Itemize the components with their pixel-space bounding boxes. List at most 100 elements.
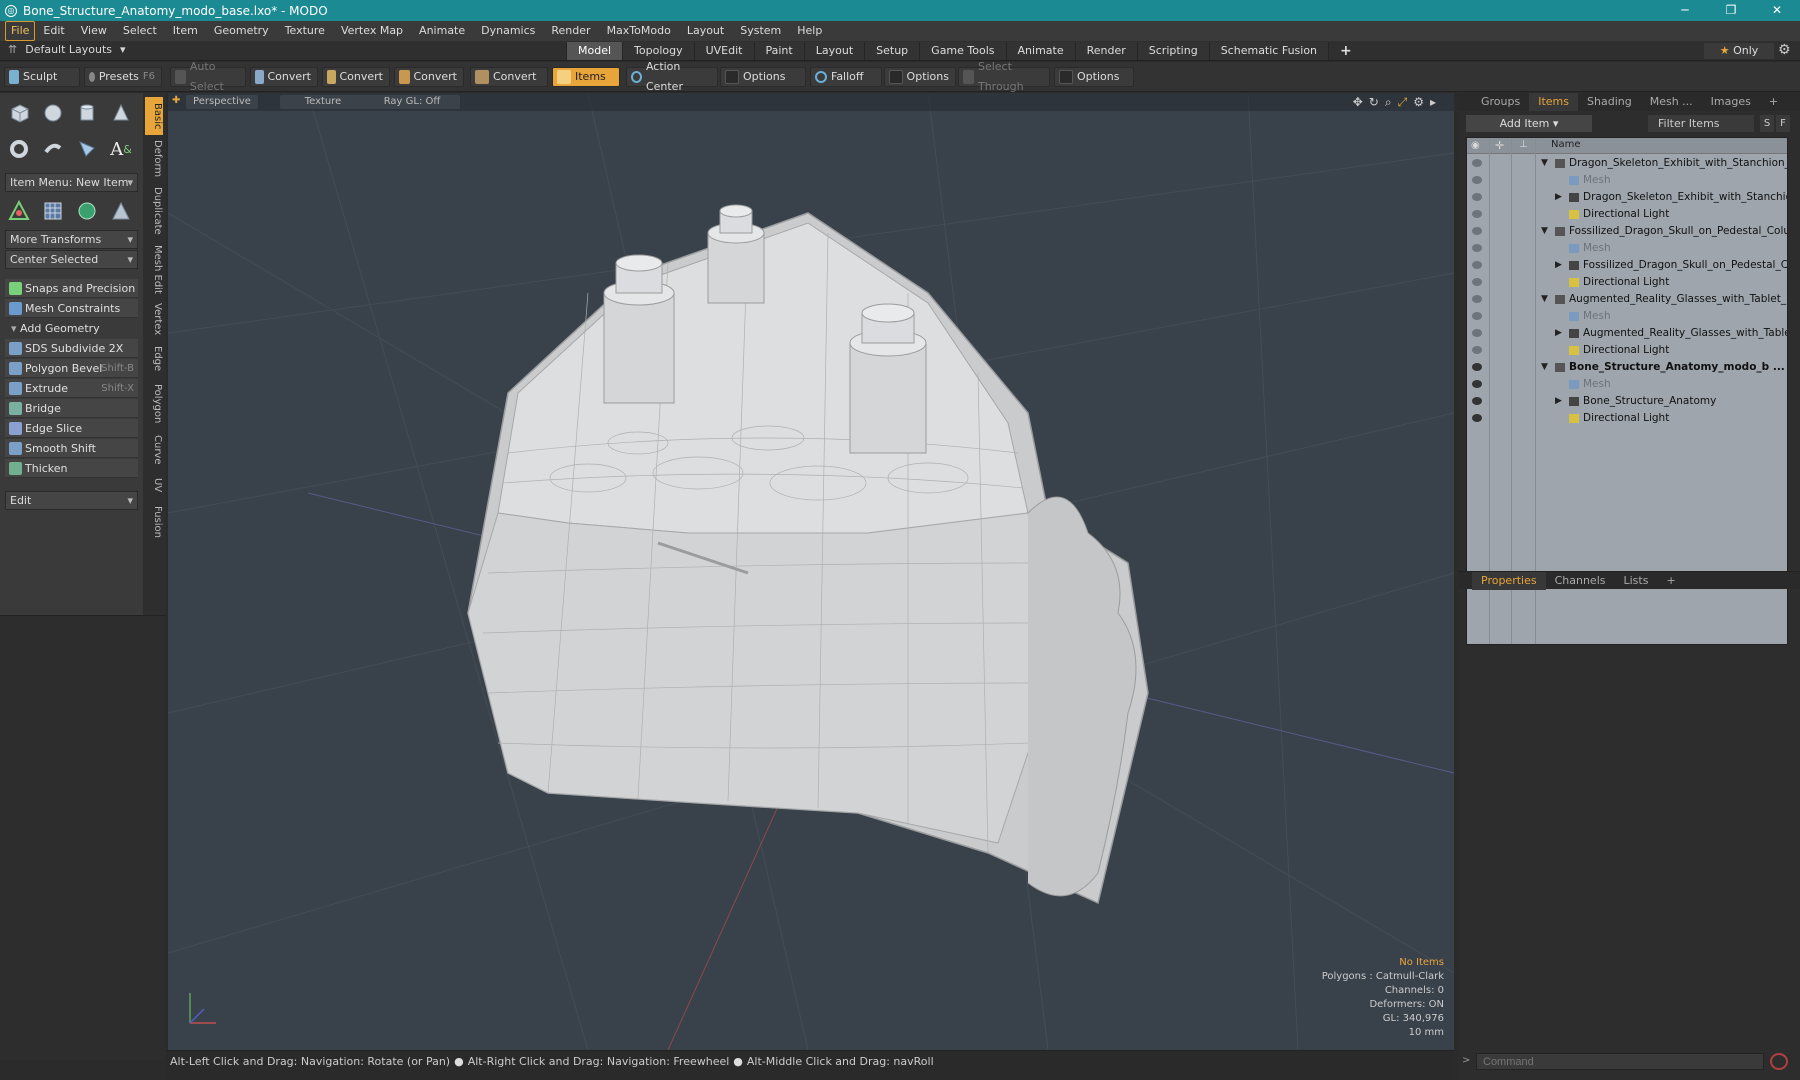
zoom-view-icon[interactable]: ⌕ bbox=[1385, 95, 1392, 110]
vtab-deform[interactable]: Deform bbox=[145, 137, 163, 181]
list-item[interactable]: Directional Light bbox=[1467, 410, 1787, 427]
list-item[interactable]: Mesh bbox=[1467, 308, 1787, 325]
add-item-dropdown[interactable]: Add Item ▾ bbox=[1466, 115, 1592, 132]
menu-dynamics[interactable]: Dynamics bbox=[473, 22, 543, 40]
transform-gizmo-icon[interactable] bbox=[5, 197, 33, 225]
eye-icon[interactable] bbox=[1472, 346, 1482, 354]
command-input[interactable] bbox=[1476, 1053, 1764, 1070]
falloff-options-button[interactable]: Options bbox=[884, 67, 956, 87]
eye-icon[interactable] bbox=[1472, 227, 1482, 235]
sphere-icon[interactable] bbox=[39, 99, 67, 127]
raygl-button[interactable]: Ray GL: Off bbox=[364, 95, 460, 109]
viewport-collapse-icon[interactable]: ✚ bbox=[172, 95, 180, 106]
eye-icon[interactable] bbox=[1472, 193, 1482, 201]
default-layouts-dropdown[interactable]: ⇈ Default Layouts ▾ bbox=[8, 43, 126, 56]
name-column-header[interactable]: Name bbox=[1551, 139, 1581, 150]
items-mode-button[interactable]: Items bbox=[552, 67, 620, 87]
viewport-menu-icon[interactable]: ▸ bbox=[1430, 95, 1436, 110]
tool-polygon-bevel[interactable]: Polygon Bevel Shift-B bbox=[5, 359, 138, 378]
list-item[interactable]: Directional Light bbox=[1467, 274, 1787, 291]
eye-icon[interactable] bbox=[1472, 329, 1482, 337]
tab-shading[interactable]: Shading bbox=[1578, 93, 1641, 111]
select-through-button[interactable]: Select Through bbox=[958, 60, 1050, 93]
menu-layout[interactable]: Layout bbox=[679, 22, 732, 40]
tab-paint[interactable]: Paint bbox=[753, 42, 804, 60]
menu-file[interactable]: File bbox=[5, 21, 36, 41]
rotate-view-icon[interactable]: ↻ bbox=[1369, 95, 1379, 110]
tool-extrude[interactable]: Extrude Shift-X bbox=[5, 379, 138, 398]
grid-icon[interactable] bbox=[39, 197, 67, 225]
mesh-constraints-button[interactable]: Mesh Constraints bbox=[5, 299, 138, 318]
list-item[interactable]: Mesh bbox=[1467, 240, 1787, 257]
snaps-precision-button[interactable]: Snaps and Precision bbox=[5, 279, 138, 298]
vtab-vertex[interactable]: Vertex bbox=[145, 299, 163, 339]
tool-thicken[interactable]: Thicken bbox=[5, 459, 138, 478]
vtab-mesh-edit[interactable]: Mesh Edit bbox=[145, 241, 163, 297]
pyramid-icon[interactable] bbox=[107, 197, 135, 225]
globe-icon[interactable] bbox=[73, 197, 101, 225]
convert-item-button[interactable]: Convert bbox=[470, 67, 548, 87]
cube-icon[interactable] bbox=[5, 99, 33, 127]
vtab-edge[interactable]: Edge bbox=[145, 341, 163, 377]
collapse-triangle-icon[interactable]: ▶ bbox=[1555, 257, 1562, 274]
collapse-triangle-icon[interactable]: ▶ bbox=[1555, 393, 1562, 410]
convert-polygon-button[interactable]: Convert bbox=[394, 67, 464, 87]
tab-images[interactable]: Images bbox=[1702, 93, 1760, 111]
tab-scripting[interactable]: Scripting bbox=[1136, 42, 1209, 60]
minimize-button[interactable]: ─ bbox=[1662, 0, 1708, 21]
tab-layout[interactable]: Layout bbox=[803, 42, 865, 60]
tab-model[interactable]: Model bbox=[566, 42, 623, 60]
menu-system[interactable]: System bbox=[732, 22, 789, 40]
tool-smooth-shift[interactable]: Smooth Shift bbox=[5, 439, 138, 458]
tab-render[interactable]: Render bbox=[1074, 42, 1137, 60]
search-s-button[interactable]: S bbox=[1760, 115, 1774, 132]
list-item[interactable]: ▼ Fossilized_Dragon_Skull_on_Pedestal_Col… bbox=[1467, 223, 1787, 240]
texture-button[interactable]: Texture bbox=[280, 95, 366, 109]
menu-geometry[interactable]: Geometry bbox=[206, 22, 277, 40]
vtab-fusion[interactable]: Fusion bbox=[145, 501, 163, 543]
falloff-button[interactable]: Falloff bbox=[810, 67, 882, 87]
list-item[interactable]: ▶ Augmented_Reality_Glasses_with_Table ..… bbox=[1467, 325, 1787, 342]
list-item[interactable]: Directional Light bbox=[1467, 342, 1787, 359]
render-column-icon[interactable]: ⊥ bbox=[1519, 139, 1528, 150]
add-tab-button[interactable]: + bbox=[1328, 42, 1363, 60]
tab-properties[interactable]: Properties bbox=[1472, 572, 1546, 590]
menu-edit[interactable]: Edit bbox=[35, 22, 72, 40]
tab-items[interactable]: Items bbox=[1529, 93, 1579, 111]
menu-item[interactable]: Item bbox=[165, 22, 206, 40]
expand-triangle-icon[interactable]: ▼ bbox=[1541, 291, 1548, 308]
menu-render[interactable]: Render bbox=[543, 22, 598, 40]
list-item[interactable]: ▶ Dragon_Skeleton_Exhibit_with_Stanchio .… bbox=[1467, 189, 1787, 206]
add-tab-button[interactable]: + bbox=[1760, 93, 1787, 111]
pen-tool-icon[interactable] bbox=[73, 135, 101, 163]
eye-icon[interactable] bbox=[1472, 244, 1482, 252]
tab-setup[interactable]: Setup bbox=[864, 42, 920, 60]
tool-bridge[interactable]: Bridge bbox=[5, 399, 138, 418]
list-item[interactable]: ▼ Dragon_Skeleton_Exhibit_with_Stanchion_… bbox=[1467, 155, 1787, 172]
cone-icon[interactable] bbox=[107, 99, 135, 127]
menu-help[interactable]: Help bbox=[789, 22, 830, 40]
list-item[interactable]: ▶ Fossilized_Dragon_Skull_on_Pedestal_C .… bbox=[1467, 257, 1787, 274]
filter-items-field[interactable]: Filter Items bbox=[1648, 115, 1754, 132]
record-icon[interactable] bbox=[1770, 1053, 1788, 1070]
expand-triangle-icon[interactable]: ▼ bbox=[1541, 359, 1548, 376]
eye-icon[interactable] bbox=[1472, 261, 1482, 269]
action-center-button[interactable]: Action Center bbox=[626, 60, 718, 93]
vtab-basic[interactable]: Basic bbox=[145, 97, 163, 135]
tab-schematic-fusion[interactable]: Schematic Fusion bbox=[1208, 42, 1329, 60]
tab-groups[interactable]: Groups bbox=[1472, 93, 1529, 111]
select-through-options-button[interactable]: Options bbox=[1054, 67, 1134, 87]
edit-dropdown[interactable]: Edit bbox=[5, 491, 138, 510]
tool-sds-subdivide[interactable]: SDS Subdivide 2X bbox=[5, 339, 138, 358]
tab-mesh[interactable]: Mesh ... bbox=[1641, 93, 1702, 111]
eye-icon[interactable] bbox=[1472, 176, 1482, 184]
eye-icon[interactable] bbox=[1472, 397, 1482, 405]
move-view-icon[interactable]: ✥ bbox=[1353, 95, 1363, 110]
more-transforms-dropdown[interactable]: More Transforms bbox=[5, 230, 138, 249]
eye-icon[interactable] bbox=[1472, 295, 1482, 303]
convert-vertex-button[interactable]: Convert bbox=[250, 67, 318, 87]
list-item[interactable]: ▼ Augmented_Reality_Glasses_with_Tablet_ … bbox=[1467, 291, 1787, 308]
maximize-button[interactable]: ❐ bbox=[1708, 0, 1754, 21]
layout-collapse-icon[interactable]: ⇈ bbox=[8, 43, 17, 56]
close-button[interactable]: ✕ bbox=[1754, 0, 1800, 21]
